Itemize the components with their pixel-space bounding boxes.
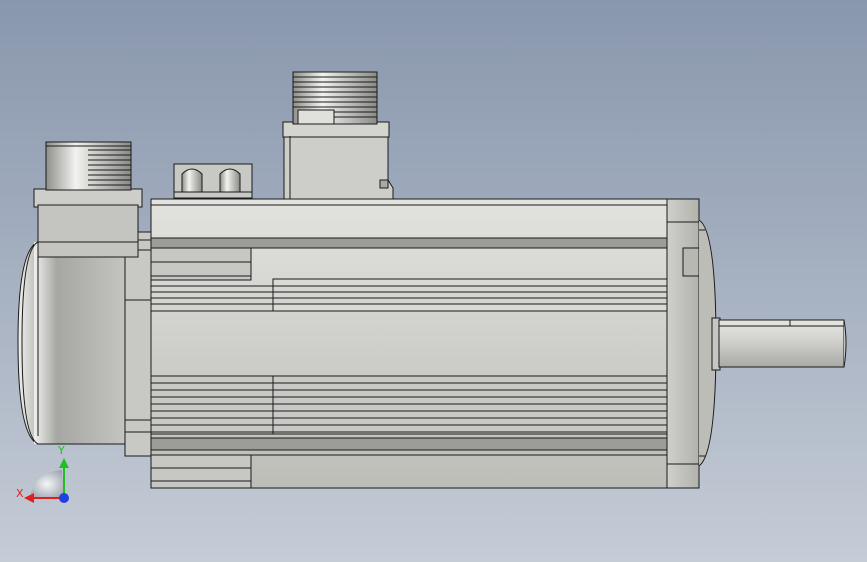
front-flange [666,198,721,489]
z-axis-dot [59,493,69,503]
rear-collar [124,231,153,457]
motor-body [150,198,670,489]
terminal-block [173,163,253,199]
x-axis-label: X [16,487,24,500]
output-shaft [718,319,847,368]
triad-plane [30,470,64,498]
encoder-connector [33,141,143,258]
power-connector [282,71,394,200]
y-axis-label: Y [57,444,65,457]
motor-drawing: X Y [16,71,847,503]
rear-end-cap [17,241,127,445]
cad-viewport[interactable]: X Y [0,0,867,562]
coordinate-triad: X Y [16,444,69,503]
